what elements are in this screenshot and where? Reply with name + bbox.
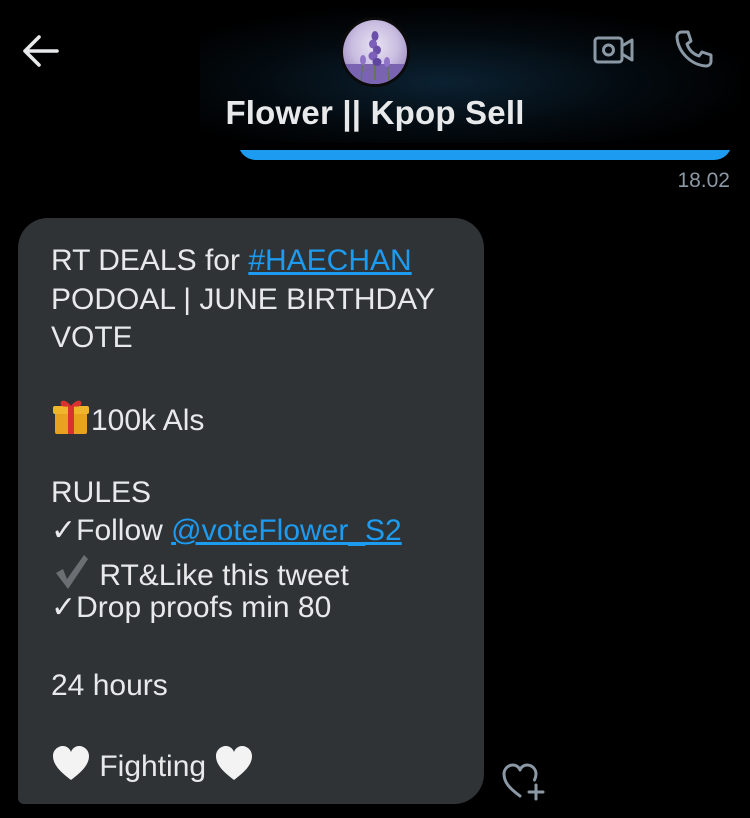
received-message-bubble[interactable]: RT DEALS for #HAECHAN PODOAL | JUNE BIRT… bbox=[18, 218, 484, 804]
white-heart-icon bbox=[51, 744, 91, 793]
message-line: 100k Als bbox=[51, 396, 451, 438]
white-heart-icon bbox=[214, 744, 254, 793]
phone-icon bbox=[675, 30, 713, 68]
message-text-segment: RT&Like this tweet bbox=[91, 558, 349, 592]
gift-icon bbox=[51, 396, 91, 447]
closing-text: Fighting bbox=[99, 749, 207, 783]
message-line: VOTE bbox=[51, 321, 133, 355]
message-text-segment: RT DEALS for bbox=[51, 244, 249, 277]
back-button[interactable] bbox=[20, 30, 62, 72]
mention-link[interactable]: @voteFlower_S2 bbox=[171, 514, 402, 547]
message-line: RT DEALS for #HAECHAN bbox=[51, 242, 451, 281]
avatar[interactable] bbox=[340, 17, 410, 87]
arrow-left-icon bbox=[23, 35, 59, 67]
video-camera-icon bbox=[593, 36, 634, 64]
message-timestamp: 18.02 bbox=[677, 169, 730, 192]
message-line: Fighting bbox=[51, 744, 451, 783]
message-text: RT DEALS for #HAECHAN PODOAL | JUNE BIRT… bbox=[51, 242, 451, 783]
voice-call-button[interactable] bbox=[672, 27, 716, 71]
hashtag-link[interactable]: #HAECHAN bbox=[248, 244, 411, 277]
react-button[interactable] bbox=[500, 760, 548, 802]
heart-plus-icon bbox=[502, 763, 545, 801]
message-line: 24 hours bbox=[51, 668, 168, 702]
page-title[interactable]: Flower || Kpop Sell bbox=[0, 94, 750, 132]
message-line: ✓Drop proofs min 80 bbox=[51, 591, 332, 625]
message-line: ✓Follow @voteFlower_S2 bbox=[51, 512, 451, 551]
lavender-flower-avatar bbox=[343, 20, 407, 84]
video-call-button[interactable] bbox=[591, 30, 637, 70]
message-line: RULES bbox=[51, 475, 152, 509]
conversation-header: Flower || Kpop Sell bbox=[0, 0, 750, 150]
message-text-segment: ✓Follow bbox=[51, 514, 172, 548]
message-line: RT&Like this tweet bbox=[51, 551, 451, 592]
message-line: PODOAL | JUNE BIRTHDAY bbox=[51, 282, 435, 316]
prize-text: 100k Als bbox=[91, 404, 205, 438]
